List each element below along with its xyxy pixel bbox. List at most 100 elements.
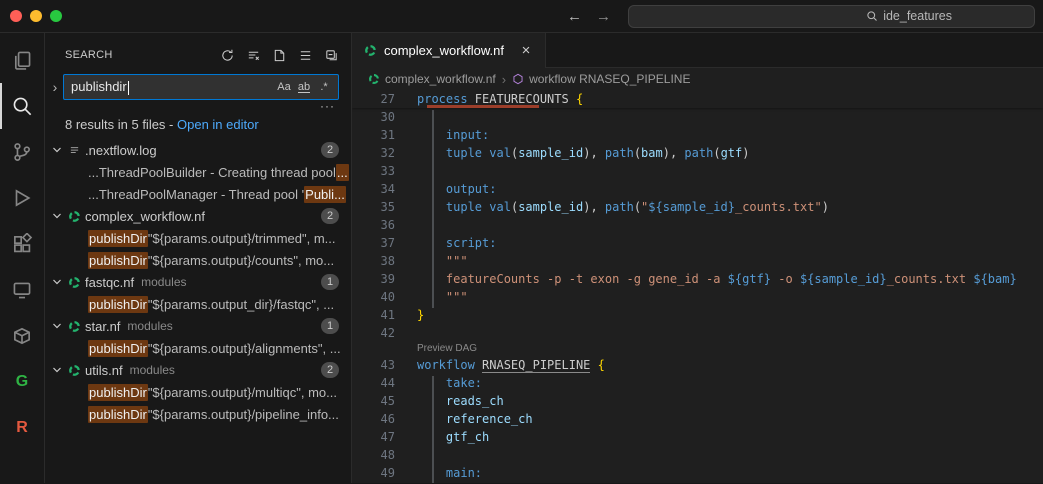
token: take: [446,376,482,390]
clear-search-results-icon[interactable] [243,45,263,65]
search-file-row[interactable]: .nextflow.log2 [45,139,351,161]
code-line[interactable]: 47 gtf_ch [352,428,1043,446]
search-result-row[interactable]: publishDir "${params.output}/alignments"… [45,337,351,359]
match-highlight: publishDir [88,252,148,269]
breadcrumb-symbol[interactable]: workflow RNASEQ_PIPELINE [529,72,690,86]
sidebar-item-explorer[interactable] [0,37,44,83]
package-icon [11,325,33,347]
nav-forward-icon[interactable]: → [589,8,618,25]
code-line[interactable]: 31 input: [352,126,1043,144]
search-result-row[interactable]: publishDir "${params.output}/trimmed", m… [45,227,351,249]
minimize-window-button[interactable] [30,10,42,22]
refresh-icon[interactable] [217,45,237,65]
sidebar-item-source-control[interactable] [0,129,44,175]
code-line[interactable]: 35 tuple val(sample_id), path("${sample_… [352,198,1043,216]
regex-toggle[interactable]: .* [314,77,334,97]
line-number: 44 [352,374,395,392]
line-number: 40 [352,288,395,306]
tab-complex-workflow[interactable]: complex_workflow.nf × [352,33,546,68]
toggle-search-details[interactable]: ··· [320,101,335,114]
line-number: 32 [352,144,395,162]
token: """ [446,290,468,304]
chevron-down-icon[interactable] [49,362,65,378]
search-result-row[interactable]: publishDir "${params.output}/pipeline_in… [45,403,351,425]
toggle-replace-chevron-icon[interactable]: › [47,79,63,95]
code-line[interactable]: 34 output: [352,180,1043,198]
search-file-row[interactable]: utils.nfmodules2 [45,359,351,381]
view-as-list-icon[interactable] [295,45,315,65]
result-text: "${params.output}/pipeline_info... [148,407,339,422]
whole-word-toggle[interactable]: ab [294,77,314,97]
zoom-window-button[interactable] [50,10,62,22]
code-area[interactable]: 27process FEATURECOUNTS { 3031 input:32 … [352,90,1043,483]
token: val [489,146,511,160]
chevron-down-icon[interactable] [49,142,65,158]
code-line[interactable]: 45 reads_ch [352,392,1043,410]
sidebar-item-r-extension[interactable]: R [0,405,44,451]
sidebar-item-run-debug[interactable] [0,175,44,221]
result-text: "${params.output}/counts", mo... [148,253,334,268]
search-input[interactable]: publishdir Aa ab .* [63,74,339,100]
command-center[interactable]: ide_features [628,5,1035,28]
breadcrumb-file[interactable]: complex_workflow.nf [385,72,496,86]
close-window-button[interactable] [10,10,22,22]
open-in-editor-link[interactable]: Open in editor [177,117,259,132]
token: process [417,92,475,106]
code-line[interactable]: 46 reference_ch [352,410,1043,428]
code-line[interactable]: 39 featureCounts -p -t exon -g gene_id -… [352,270,1043,288]
search-result-row[interactable]: publishDir "${params.output}/multiqc", m… [45,381,351,403]
line-number: 31 [352,126,395,144]
search-result-row[interactable]: ...ThreadPoolManager - Thread pool 'Publ… [45,183,351,205]
token: path [605,200,634,214]
new-search-editor-icon[interactable] [269,45,289,65]
code-line[interactable]: 37 script: [352,234,1043,252]
sidebar-item-containers[interactable] [0,313,44,359]
token: main: [446,466,482,480]
sidebar-item-g-extension[interactable]: G [0,359,44,405]
collapse-all-icon[interactable] [321,45,341,65]
result-count-badge: 2 [321,362,339,378]
search-panel-header: SEARCH [45,33,351,65]
code-line[interactable]: 30 [352,108,1043,126]
code-text: take: [395,374,482,392]
search-result-row[interactable]: publishDir "${params.output_dir}/fastqc"… [45,293,351,315]
sidebar-item-remote-explorer[interactable] [0,267,44,313]
code-line[interactable]: 43workflow RNASEQ_PIPELINE { [352,356,1043,374]
token: } [417,308,424,322]
code-line[interactable]: 40 """ [352,288,1043,306]
code-line[interactable]: 38 """ [352,252,1043,270]
code-line[interactable]: 41} [352,306,1043,324]
code-line[interactable]: 32 tuple val(sample_id), path(bam), path… [352,144,1043,162]
workflow-symbol-icon [512,73,524,85]
search-result-row[interactable]: ...ThreadPoolBuilder - Creating thread p… [45,161,351,183]
sidebar-item-search[interactable] [0,83,44,129]
code-line[interactable]: 49 main: [352,464,1043,482]
chevron-down-icon[interactable] [49,208,65,224]
code-line[interactable]: 33 [352,162,1043,180]
chevron-down-icon[interactable] [49,274,65,290]
search-file-row[interactable]: complex_workflow.nf2 [45,205,351,227]
match-highlight: publishDir [88,296,148,313]
close-icon[interactable]: × [517,42,535,59]
code-text: reference_ch [395,410,533,428]
code-line[interactable]: 44 take: [352,374,1043,392]
match-case-toggle[interactable]: Aa [274,77,294,97]
editor-group: complex_workflow.nf × complex_workflow.n… [352,33,1043,483]
search-file-row[interactable]: star.nfmodules1 [45,315,351,337]
search-result-row[interactable]: publishDir "${params.output}/counts", mo… [45,249,351,271]
sidebar-item-extensions[interactable] [0,221,44,267]
line-number: 39 [352,270,395,288]
token: ( [634,200,641,214]
codelens[interactable]: Preview DAG [352,342,1043,356]
token: path [605,146,634,160]
code-line[interactable]: 36 [352,216,1043,234]
activity-bar: G R [0,33,45,483]
chevron-down-icon[interactable] [49,318,65,334]
line-number: 33 [352,162,395,180]
code-line[interactable]: 48 [352,446,1043,464]
command-center-text: ide_features [883,9,952,23]
code-line[interactable]: 42 [352,324,1043,342]
token: ) [822,200,829,214]
nav-back-icon[interactable]: ← [560,8,589,25]
search-file-row[interactable]: fastqc.nfmodules1 [45,271,351,293]
